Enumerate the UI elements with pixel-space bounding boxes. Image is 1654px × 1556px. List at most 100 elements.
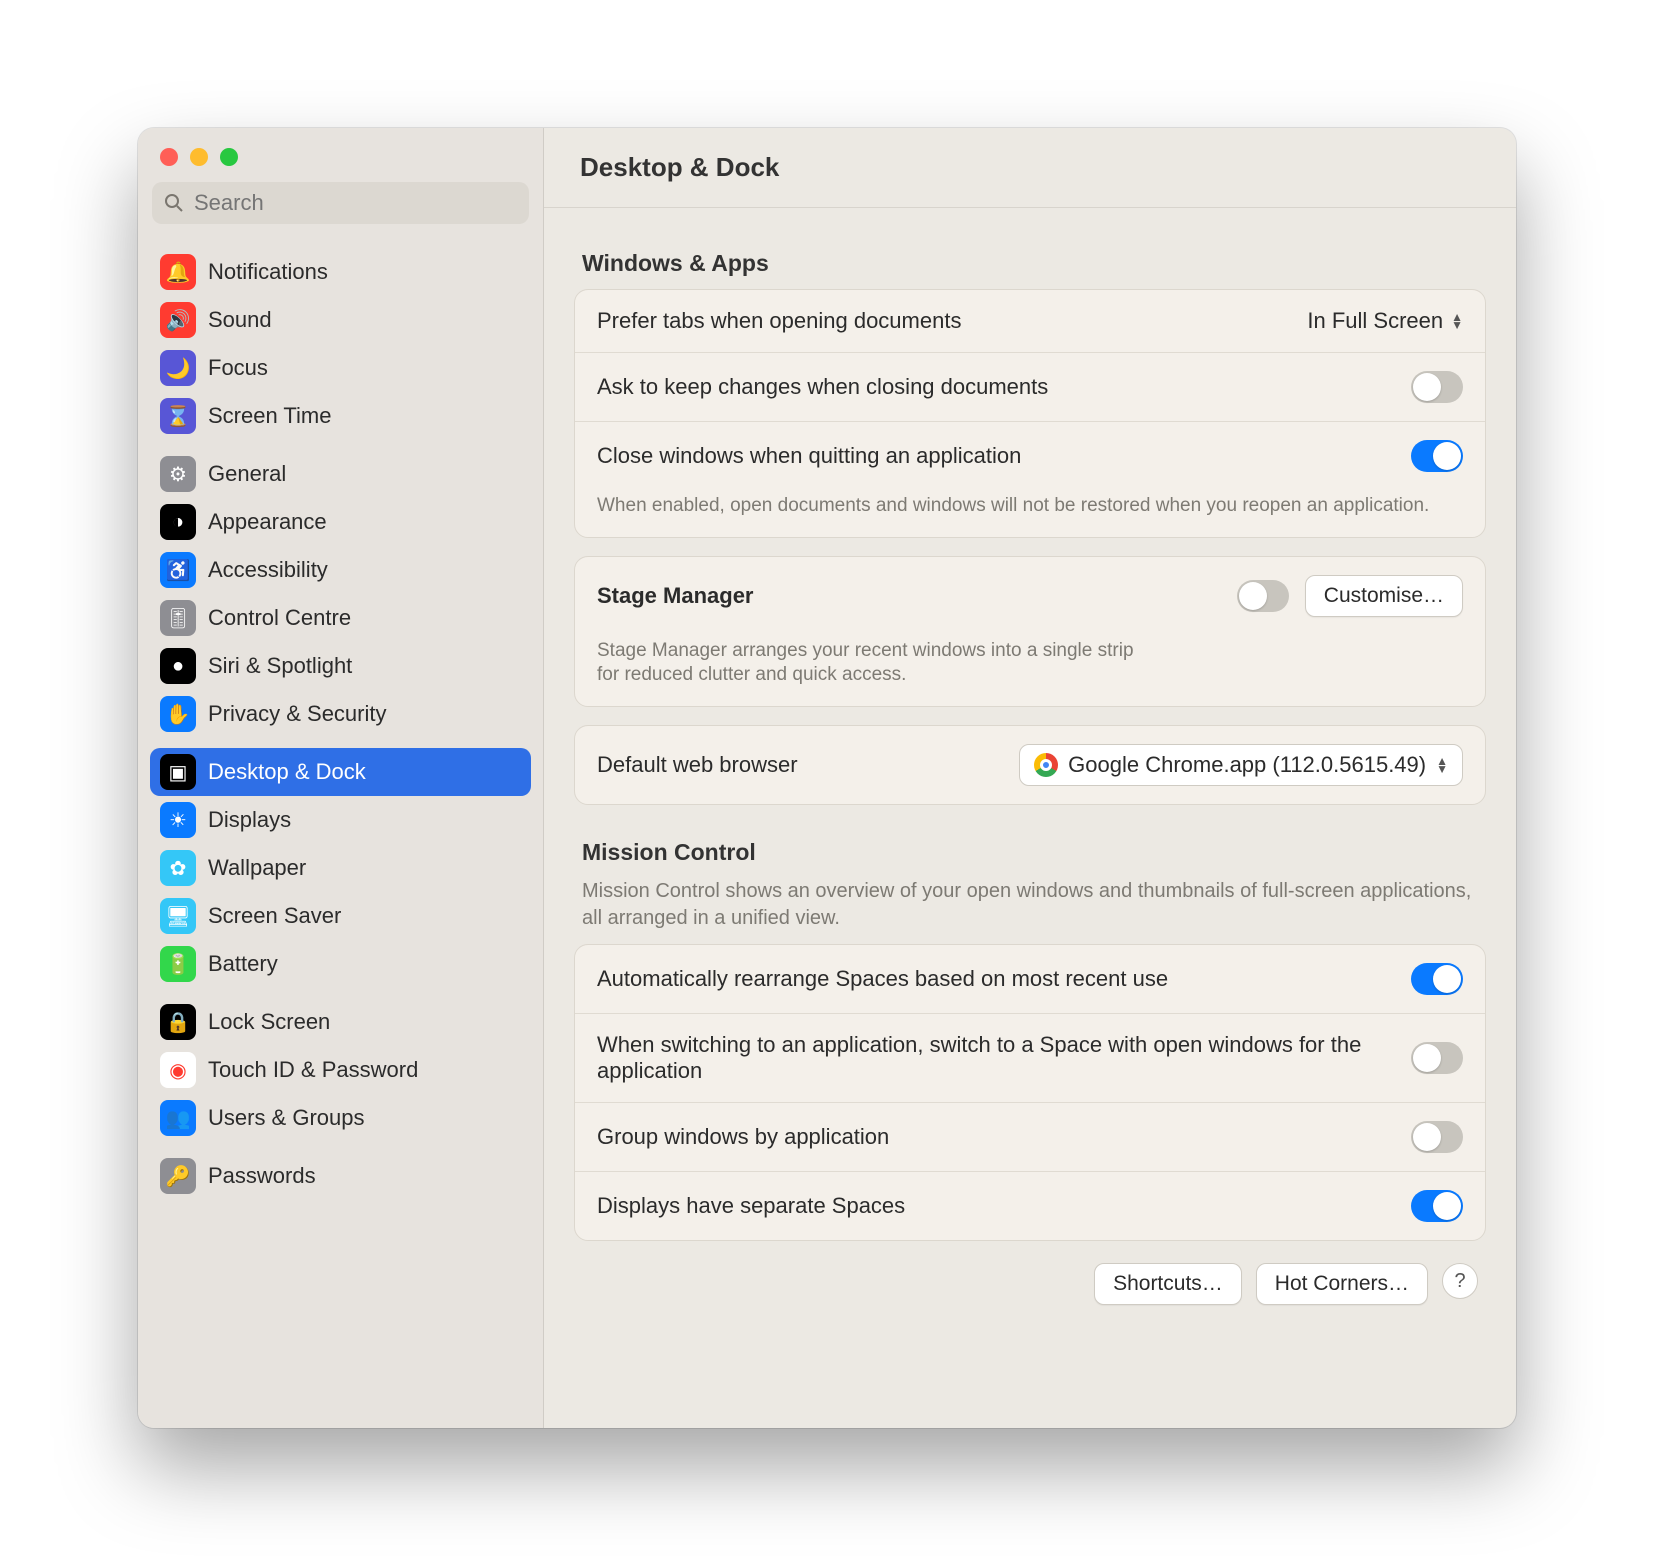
siri-spotlight-icon: ● — [160, 648, 196, 684]
sidebar-item-touch-id-password[interactable]: ◉ Touch ID & Password — [150, 1046, 531, 1094]
sound-icon: 🔊 — [160, 302, 196, 338]
prefer-tabs-label: Prefer tabs when opening documents — [597, 308, 1291, 334]
ask-keep-row: Ask to keep changes when closing documen… — [575, 353, 1485, 422]
mission-control-card: Automatically rearrange Spaces based on … — [574, 944, 1486, 1241]
close-quit-toggle[interactable] — [1411, 440, 1463, 472]
sidebar-item-label: Accessibility — [208, 557, 328, 583]
close-quit-desc: When enabled, open documents and windows… — [597, 494, 1463, 519]
shortcuts-button[interactable]: Shortcuts… — [1094, 1263, 1242, 1305]
sidebar-item-desktop-dock[interactable]: ▣ Desktop & Dock — [150, 748, 531, 796]
group-windows-toggle[interactable] — [1411, 1121, 1463, 1153]
default-browser-select[interactable]: Google Chrome.app (112.0.5615.49) ▲▼ — [1019, 744, 1463, 786]
prefer-tabs-value: In Full Screen — [1307, 308, 1443, 334]
battery-icon: 🔋 — [160, 946, 196, 982]
sidebar-item-battery[interactable]: 🔋 Battery — [150, 940, 531, 988]
lock-screen-icon: 🔒 — [160, 1004, 196, 1040]
stage-manager-row: Stage Manager Customise… Stage Manager a… — [575, 557, 1485, 706]
switch-space-toggle[interactable] — [1411, 1042, 1463, 1074]
touch-id-password-icon: ◉ — [160, 1052, 196, 1088]
auto-rearrange-toggle[interactable] — [1411, 963, 1463, 995]
close-quit-row: Close windows when quitting an applicati… — [575, 422, 1485, 537]
close-window-button[interactable] — [160, 148, 178, 166]
sidebar-item-label: Appearance — [208, 509, 327, 535]
window-controls — [138, 128, 543, 182]
sidebar-item-lock-screen[interactable]: 🔒 Lock Screen — [150, 998, 531, 1046]
displays-icon: ☀ — [160, 802, 196, 838]
sidebar-item-label: Focus — [208, 355, 268, 381]
minimize-window-button[interactable] — [190, 148, 208, 166]
stage-manager-card: Stage Manager Customise… Stage Manager a… — [574, 556, 1486, 707]
group-windows-label: Group windows by application — [597, 1124, 1395, 1150]
prefer-tabs-row: Prefer tabs when opening documents In Fu… — [575, 290, 1485, 353]
sidebar-item-screen-saver[interactable]: 🖥 Screen Saver — [150, 892, 531, 940]
help-button[interactable]: ? — [1442, 1263, 1478, 1299]
sidebar-item-label: Touch ID & Password — [208, 1057, 418, 1083]
chrome-icon — [1034, 753, 1058, 777]
sidebar-item-label: Control Centre — [208, 605, 351, 631]
accessibility-icon: ♿ — [160, 552, 196, 588]
wallpaper-icon: ✿ — [160, 850, 196, 886]
default-browser-value: Google Chrome.app (112.0.5615.49) — [1068, 752, 1426, 778]
switch-space-label: When switching to an application, switch… — [597, 1032, 1395, 1084]
stage-manager-toggle[interactable] — [1237, 580, 1289, 612]
sidebar-item-general[interactable]: ⚙General — [150, 450, 531, 498]
sidebar-item-label: Displays — [208, 807, 291, 833]
content-scroll[interactable]: Windows & Apps Prefer tabs when opening … — [544, 208, 1516, 1428]
sidebar-item-label: Desktop & Dock — [208, 759, 366, 785]
search-icon — [164, 193, 184, 213]
sidebar-item-screen-time[interactable]: ⌛ Screen Time — [150, 392, 531, 440]
sidebar-item-siri-spotlight[interactable]: ● Siri & Spotlight — [150, 642, 531, 690]
sidebar-item-displays[interactable]: ☀ Displays — [150, 796, 531, 844]
separate-spaces-toggle[interactable] — [1411, 1190, 1463, 1222]
passwords-icon: 🔑 — [160, 1158, 196, 1194]
windows-apps-card: Prefer tabs when opening documents In Fu… — [574, 289, 1486, 538]
sidebar-item-privacy-security[interactable]: ✋ Privacy & Security — [150, 690, 531, 738]
auto-rearrange-row: Automatically rearrange Spaces based on … — [575, 945, 1485, 1014]
sidebar-item-wallpaper[interactable]: ✿ Wallpaper — [150, 844, 531, 892]
sidebar-item-focus[interactable]: 🌙Focus — [150, 344, 531, 392]
hot-corners-button[interactable]: Hot Corners… — [1256, 1263, 1428, 1305]
sidebar-item-label: Passwords — [208, 1163, 316, 1189]
section-windows-apps: Windows & Apps — [582, 250, 1478, 277]
stage-manager-desc: Stage Manager arranges your recent windo… — [597, 639, 1137, 688]
sidebar-item-sound[interactable]: 🔊Sound — [150, 296, 531, 344]
appearance-icon: ◑ — [160, 504, 196, 540]
popup-arrows-icon: ▲▼ — [1451, 313, 1463, 329]
default-browser-row: Default web browser Google Chrome.app (1… — [575, 726, 1485, 804]
ask-keep-toggle[interactable] — [1411, 371, 1463, 403]
sidebar-item-label: Wallpaper — [208, 855, 306, 881]
sidebar-item-label: Lock Screen — [208, 1009, 330, 1035]
sidebar-item-label: Users & Groups — [208, 1105, 365, 1131]
sidebar-item-label: Screen Saver — [208, 903, 341, 929]
system-settings-window: 🔔Notifications🔊Sound🌙Focus⌛Screen Time⚙G… — [138, 128, 1516, 1428]
switch-space-row: When switching to an application, switch… — [575, 1014, 1485, 1103]
control-centre-icon: 🎚 — [160, 600, 196, 636]
stage-manager-title: Stage Manager — [597, 583, 1221, 609]
screen-saver-icon: 🖥 — [160, 898, 196, 934]
sidebar-item-notifications[interactable]: 🔔 Notifications — [150, 248, 531, 296]
screen-time-icon: ⌛ — [160, 398, 196, 434]
desktop-dock-icon: ▣ — [160, 754, 196, 790]
sidebar-item-users-groups[interactable]: 👥Users & Groups — [150, 1094, 531, 1142]
notifications-icon: 🔔 — [160, 254, 196, 290]
sidebar-item-label: Notifications — [208, 259, 328, 285]
sidebar-item-label: Battery — [208, 951, 278, 977]
privacy-security-icon: ✋ — [160, 696, 196, 732]
sidebar-item-label: Siri & Spotlight — [208, 653, 352, 679]
sidebar-item-control-centre[interactable]: 🎚 Control Centre — [150, 594, 531, 642]
prefer-tabs-popup[interactable]: In Full Screen ▲▼ — [1307, 308, 1463, 334]
group-windows-row: Group windows by application — [575, 1103, 1485, 1172]
general-icon: ⚙ — [160, 456, 196, 492]
fullscreen-window-button[interactable] — [220, 148, 238, 166]
footer-buttons: Shortcuts… Hot Corners… ? — [574, 1241, 1486, 1313]
sidebar-item-label: Screen Time — [208, 403, 332, 429]
stage-manager-customise-button[interactable]: Customise… — [1305, 575, 1463, 617]
search-input[interactable] — [194, 190, 517, 216]
sidebar-item-accessibility[interactable]: ♿ Accessibility — [150, 546, 531, 594]
sidebar-item-appearance[interactable]: ◑ Appearance — [150, 498, 531, 546]
page-title: Desktop & Dock — [544, 128, 1516, 208]
sidebar-item-label: Privacy & Security — [208, 701, 387, 727]
sidebar-item-passwords[interactable]: 🔑 Passwords — [150, 1152, 531, 1200]
section-mission-control: Mission Control — [582, 839, 1478, 866]
search-field[interactable] — [152, 182, 529, 224]
